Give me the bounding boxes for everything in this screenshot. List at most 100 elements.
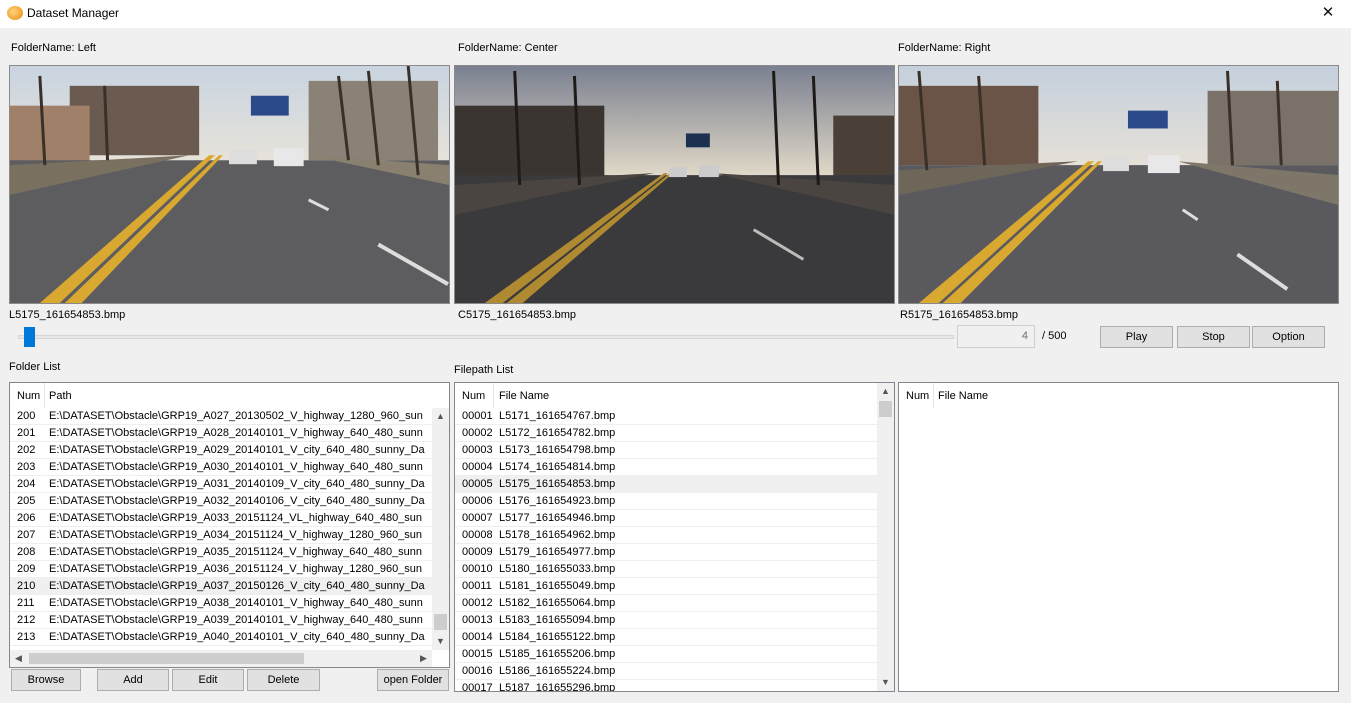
list-item[interactable]: 00014 L5184_161655122.bmp: [455, 629, 877, 646]
list-item[interactable]: 207 E:\DATASET\Obstacle\GRP19_A034_201511…: [10, 527, 432, 544]
list-item[interactable]: 211 E:\DATASET\Obstacle\GRP19_A038_201401…: [10, 595, 432, 612]
column-file-name[interactable]: File Name: [499, 390, 549, 402]
row-value: L5186_161655224.bmp: [499, 665, 616, 677]
list-item[interactable]: 00016 L5186_161655224.bmp: [455, 663, 877, 680]
row-value: L5177_161654946.bmp: [499, 512, 616, 524]
list-item[interactable]: 00001 L5171_161654767.bmp: [455, 408, 877, 425]
list-item[interactable]: 00002 L5172_161654782.bmp: [455, 425, 877, 442]
list-item[interactable]: 206 E:\DATASET\Obstacle\GRP19_A033_201511…: [10, 510, 432, 527]
list-item[interactable]: 210 E:\DATASET\Obstacle\GRP19_A037_201501…: [10, 578, 432, 595]
list-item[interactable]: 200 E:\DATASET\Obstacle\GRP19_A027_201305…: [10, 408, 432, 425]
row-num: 00011: [462, 580, 492, 592]
scroll-up-icon[interactable]: ▲: [877, 383, 894, 400]
list-item[interactable]: 00005 L5175_161654853.bmp: [455, 476, 877, 493]
folder-list-hscroll[interactable]: ◀ ▶: [10, 650, 432, 667]
list-item[interactable]: 00011 L5181_161655049.bmp: [455, 578, 877, 595]
list-item[interactable]: 00003 L5173_161654798.bmp: [455, 442, 877, 459]
row-num: 206: [17, 512, 36, 524]
row-num: 212: [17, 614, 36, 626]
row-value: L5171_161654767.bmp: [499, 410, 616, 422]
list-item[interactable]: 204 E:\DATASET\Obstacle\GRP19_A031_201401…: [10, 476, 432, 493]
row-value: E:\DATASET\Obstacle\GRP19_A029_20140101_…: [49, 444, 425, 456]
list-item[interactable]: 00015 L5185_161655206.bmp: [455, 646, 877, 663]
column-path[interactable]: Path: [49, 390, 72, 402]
scroll-down-icon[interactable]: ▼: [432, 633, 449, 650]
row-value: E:\DATASET\Obstacle\GRP19_A036_20151124_…: [49, 563, 423, 575]
column-num[interactable]: Num: [17, 390, 40, 402]
row-num: 201: [17, 427, 36, 439]
folder-list-hscroll-thumb[interactable]: [29, 653, 304, 664]
scroll-right-icon[interactable]: ▶: [415, 650, 432, 667]
app-icon: [7, 6, 23, 20]
list-item[interactable]: 00010 L5180_161655033.bmp: [455, 561, 877, 578]
row-num: 00015: [462, 648, 493, 660]
list-item[interactable]: 208 E:\DATASET\Obstacle\GRP19_A035_201511…: [10, 544, 432, 561]
play-button[interactable]: Play: [1100, 326, 1173, 348]
scroll-down-icon[interactable]: ▼: [877, 674, 894, 691]
row-value: L5180_161655033.bmp: [499, 563, 616, 575]
left-camera-image: [9, 65, 450, 304]
list-item[interactable]: 00013 L5183_161655094.bmp: [455, 612, 877, 629]
list-item[interactable]: 00006 L5176_161654923.bmp: [455, 493, 877, 510]
row-num: 00008: [462, 529, 493, 541]
folder-list-title: Folder List: [9, 361, 61, 373]
list-item[interactable]: 00009 L5179_161654977.bmp: [455, 544, 877, 561]
scroll-left-icon[interactable]: ◀: [10, 650, 27, 667]
row-num: 00013: [462, 614, 493, 626]
list-item[interactable]: 213 E:\DATASET\Obstacle\GRP19_A040_201401…: [10, 629, 432, 646]
filepath-list[interactable]: Num File Name 00001 L5171_161654767.bmp 00…: [454, 382, 895, 692]
column-file-name[interactable]: File Name: [938, 390, 988, 402]
row-value: L5183_161655094.bmp: [499, 614, 616, 626]
list-item[interactable]: 212 E:\DATASET\Obstacle\GRP19_A039_201401…: [10, 612, 432, 629]
row-num: 00014: [462, 631, 493, 643]
row-num: 00009: [462, 546, 493, 558]
right-filename: R5175_161654853.bmp: [900, 309, 1019, 321]
row-value: L5173_161654798.bmp: [499, 444, 616, 456]
add-button[interactable]: Add: [97, 669, 169, 691]
frame-slider-track[interactable]: [18, 335, 954, 339]
row-value: E:\DATASET\Obstacle\GRP19_A031_20140109_…: [49, 478, 425, 490]
browse-button[interactable]: Browse: [11, 669, 81, 691]
list-item[interactable]: 202 E:\DATASET\Obstacle\GRP19_A029_201401…: [10, 442, 432, 459]
list-item[interactable]: 00017 L5187_161655296.bmp: [455, 680, 877, 691]
row-num: 210: [17, 580, 36, 592]
frame-slider-handle[interactable]: [24, 327, 35, 347]
row-value: E:\DATASET\Obstacle\GRP19_A034_20151124_…: [49, 529, 423, 541]
left-filename: L5175_161654853.bmp: [9, 309, 126, 321]
folder-name-left: FolderName: Left: [11, 42, 96, 54]
open-folder-button[interactable]: open Folder: [377, 669, 449, 691]
folder-list-rows: 200 E:\DATASET\Obstacle\GRP19_A027_201305…: [10, 408, 432, 646]
list-item[interactable]: 203 E:\DATASET\Obstacle\GRP19_A030_201401…: [10, 459, 432, 476]
row-num: 204: [17, 478, 36, 490]
delete-button[interactable]: Delete: [247, 669, 320, 691]
list-item[interactable]: 201 E:\DATASET\Obstacle\GRP19_A028_201401…: [10, 425, 432, 442]
row-num: 00004: [462, 461, 493, 473]
folder-list[interactable]: Num Path 200 E:\DATASET\Obstacle\GRP19_A0…: [9, 382, 450, 668]
edit-button[interactable]: Edit: [172, 669, 244, 691]
list-item[interactable]: 00004 L5174_161654814.bmp: [455, 459, 877, 476]
column-num[interactable]: Num: [462, 390, 485, 402]
list-item[interactable]: 00007 L5177_161654946.bmp: [455, 510, 877, 527]
scroll-up-icon[interactable]: ▲: [432, 408, 449, 425]
result-list[interactable]: Num File Name: [898, 382, 1339, 692]
row-value: L5175_161654853.bmp: [499, 478, 616, 490]
folder-list-vscroll-thumb[interactable]: [434, 614, 447, 630]
stop-button[interactable]: Stop: [1177, 326, 1250, 348]
row-value: L5174_161654814.bmp: [499, 461, 616, 473]
frame-number-input[interactable]: 4: [957, 325, 1035, 348]
option-button[interactable]: Option: [1252, 326, 1325, 348]
row-num: 200: [17, 410, 36, 422]
filepath-list-vscroll[interactable]: ▲ ▼: [877, 383, 894, 691]
list-item[interactable]: 205 E:\DATASET\Obstacle\GRP19_A032_201401…: [10, 493, 432, 510]
list-item[interactable]: 00012 L5182_161655064.bmp: [455, 595, 877, 612]
row-num: 208: [17, 546, 36, 558]
filepath-list-vscroll-thumb[interactable]: [879, 401, 892, 417]
folder-list-vscroll[interactable]: ▲ ▼: [432, 408, 449, 650]
row-value: E:\DATASET\Obstacle\GRP19_A037_20150126_…: [49, 580, 425, 592]
center-camera-image: [454, 65, 895, 304]
list-item[interactable]: 00008 L5178_161654962.bmp: [455, 527, 877, 544]
list-item[interactable]: 209 E:\DATASET\Obstacle\GRP19_A036_201511…: [10, 561, 432, 578]
column-num[interactable]: Num: [906, 390, 929, 402]
row-value: L5185_161655206.bmp: [499, 648, 616, 660]
close-icon[interactable]: ✕: [1305, 0, 1351, 28]
